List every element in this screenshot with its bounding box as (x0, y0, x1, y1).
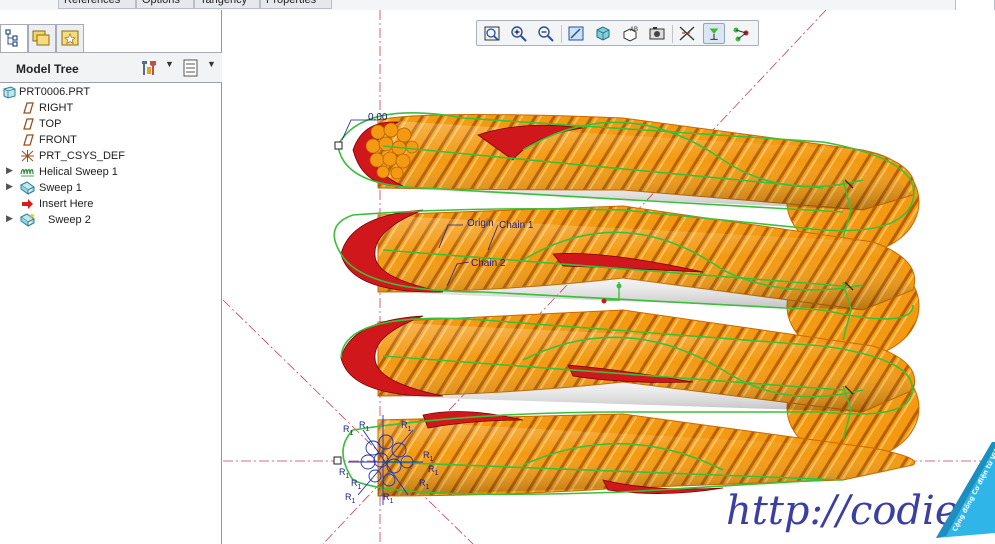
settings-button[interactable] (138, 58, 160, 78)
navigator-tabs (0, 24, 222, 52)
repaint-button[interactable] (565, 23, 587, 44)
show-button[interactable] (180, 58, 202, 78)
graphics-toolbar: AB (476, 20, 759, 46)
model-tree-title: Model Tree (16, 62, 79, 76)
list-icon (183, 59, 198, 77)
tree-item-label: Insert Here (39, 198, 94, 210)
annotation-display-button[interactable] (730, 23, 752, 44)
display-style-icon (596, 26, 610, 41)
repaint-icon (568, 26, 584, 41)
tree-item-label: PRT_CSYS_DEF (39, 150, 125, 162)
tree-item-sweep-2[interactable]: ▶ Sweep 2 (0, 212, 222, 228)
tree-item-right[interactable]: RIGHT (0, 100, 222, 116)
tree-item-label: Sweep 1 (39, 182, 82, 194)
tree-item-insert-here[interactable]: Insert Here (0, 196, 222, 212)
tree-item-top[interactable]: TOP (0, 116, 222, 132)
dimension-value[interactable]: 0.00 (368, 112, 388, 123)
folder-browser-tab[interactable] (28, 24, 56, 52)
datum-plane-icon (23, 134, 34, 146)
tree-item-helical-sweep[interactable]: ▶ Helical Sweep 1 (0, 164, 222, 180)
favorites-tab[interactable] (56, 24, 84, 52)
view-manager-button[interactable] (646, 23, 668, 44)
insert-here-arrow-icon (22, 199, 33, 209)
display-style-button[interactable] (592, 23, 614, 44)
part-icon (3, 86, 16, 99)
helical-sweep-icon (20, 168, 34, 177)
spin-center-icon (709, 28, 719, 40)
dashboard-tab-strip: References Options Tangency Properties (0, 0, 995, 11)
svg-text:AB: AB (630, 27, 638, 33)
zoom-in-button[interactable] (508, 23, 530, 44)
tree-item-label: RIGHT (39, 102, 74, 114)
datum-display-button[interactable] (676, 23, 698, 44)
origin-label[interactable]: Origin (467, 218, 494, 229)
site-badge: Cộng đồng Cơ điện tử Việt Nam (936, 440, 995, 538)
expand-arrow-icon[interactable]: ▶ (6, 181, 13, 192)
datum-plane-icon (23, 102, 34, 114)
toolbar-separator (672, 25, 673, 43)
tab-tangency[interactable]: Tangency (194, 0, 260, 9)
tree-item-label: PRT0006.PRT (19, 86, 91, 98)
spin-center-button[interactable] (703, 23, 725, 44)
refit-button[interactable] (481, 23, 503, 44)
tree-item-part[interactable]: PRT0006.PRT (0, 84, 222, 100)
tab-references[interactable]: References (58, 0, 136, 9)
tree-item-label: FRONT (39, 134, 77, 146)
model-tree-icon (5, 29, 18, 47)
tree-item-label: TOP (39, 118, 62, 130)
zoom-in-icon (511, 26, 527, 42)
chain-1-label[interactable]: Chain 1 (499, 220, 534, 231)
graphics-window[interactable]: 0.00 Origin Chain 1 Chain 2 R1 R1 R1 R1 … (223, 10, 995, 544)
tab-properties[interactable]: Properties (260, 0, 332, 9)
tree-item-csys[interactable]: PRT_CSYS_DEF (0, 148, 222, 164)
tab-options[interactable]: Options (136, 0, 194, 9)
zoom-out-icon (538, 26, 554, 42)
saved-views-icon: AB (623, 27, 638, 42)
tools-icon (142, 61, 156, 75)
expand-arrow-icon[interactable]: ▶ (6, 213, 13, 224)
show-dropdown-icon[interactable]: ▼ (207, 59, 216, 69)
radius-dimension-label[interactable]: R1 (351, 478, 362, 491)
datum-plane-icon (23, 118, 34, 130)
navigator-panel: Model Tree ▼ ▼ PRT0006.PRT RIGHT TOP FRO… (0, 10, 222, 544)
model-tree-tab[interactable] (0, 24, 28, 52)
model-viewport[interactable]: 0.00 Origin Chain 1 Chain 2 R1R1 R1R1R1R… (223, 10, 995, 544)
chain-2-label[interactable]: Chain 2 (471, 258, 506, 269)
expand-arrow-icon[interactable]: ▶ (6, 165, 13, 176)
view-manager-icon (649, 27, 665, 40)
zoom-out-button[interactable] (535, 23, 557, 44)
annotation-display-icon (733, 27, 749, 42)
tree-item-label: Sweep 2 (48, 214, 91, 226)
datum-display-icon (679, 26, 695, 41)
radius-dimension-label[interactable]: R1 (339, 467, 350, 480)
favorites-icon (61, 30, 79, 46)
tree-item-front[interactable]: FRONT (0, 132, 222, 148)
sweep-icon (20, 213, 35, 227)
saved-views-button[interactable]: AB (619, 23, 641, 44)
sweep-icon (20, 181, 35, 195)
model-tree-header: Model Tree ▼ ▼ (0, 53, 222, 83)
tree-item-sweep-1[interactable]: ▶ Sweep 1 (0, 180, 222, 196)
toolbar-separator (561, 25, 562, 43)
refit-icon (484, 26, 500, 41)
radius-dimension-label[interactable]: R1 (345, 492, 356, 505)
coordinate-system-icon (21, 150, 34, 162)
folder-browser-icon (32, 30, 50, 46)
settings-dropdown-icon[interactable]: ▼ (165, 59, 174, 69)
tree-item-label: Helical Sweep 1 (39, 166, 118, 178)
